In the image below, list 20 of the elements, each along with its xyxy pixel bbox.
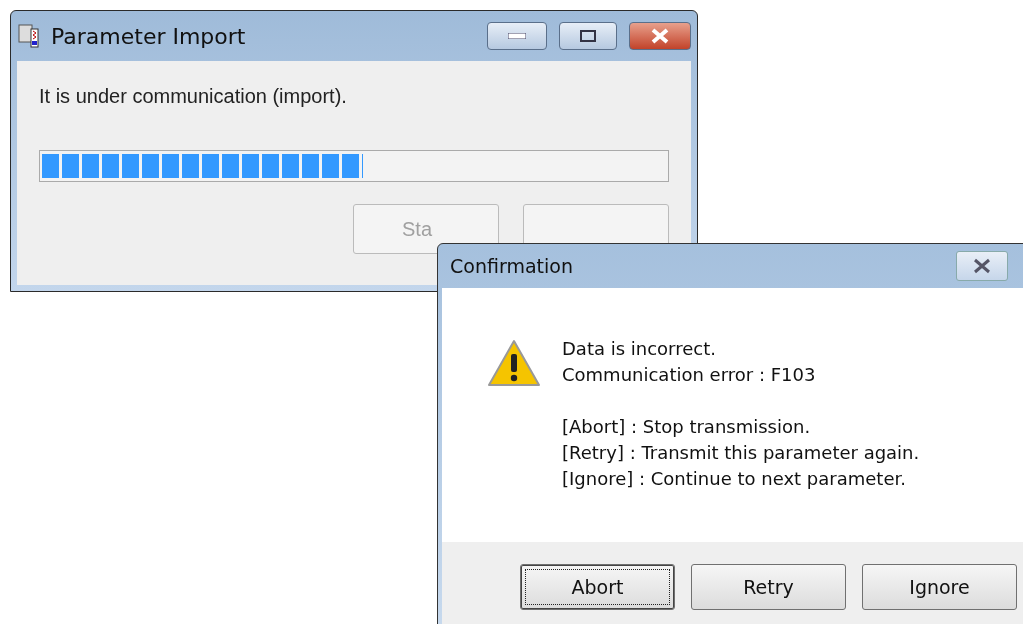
message-line: [Ignore] : Continue to next parameter. xyxy=(562,468,907,491)
dialog-title: Confirmation xyxy=(450,255,574,277)
warning-icon xyxy=(486,338,542,388)
minimize-icon xyxy=(508,33,526,39)
message-line: [Retry] : Transmit this parameter again. xyxy=(562,442,920,465)
ignore-button[interactable]: Ignore xyxy=(862,564,1017,610)
close-icon xyxy=(649,28,671,44)
message-line: Communication error : F103 xyxy=(562,364,817,387)
close-button[interactable] xyxy=(956,251,1008,281)
close-icon xyxy=(972,258,992,274)
message-line: [Abort] : Stop transmission. xyxy=(562,416,812,439)
maximize-icon xyxy=(580,30,596,42)
close-button[interactable] xyxy=(629,22,691,50)
abort-button[interactable]: Abort xyxy=(520,564,675,610)
maximize-button[interactable] xyxy=(559,22,617,50)
status-message: It is under communication (import). xyxy=(39,85,348,108)
minimize-button[interactable] xyxy=(487,22,547,50)
retry-button[interactable]: Retry xyxy=(691,564,846,610)
window-title: Parameter Import xyxy=(51,23,247,49)
message-line: Data is incorrect. xyxy=(562,338,717,361)
